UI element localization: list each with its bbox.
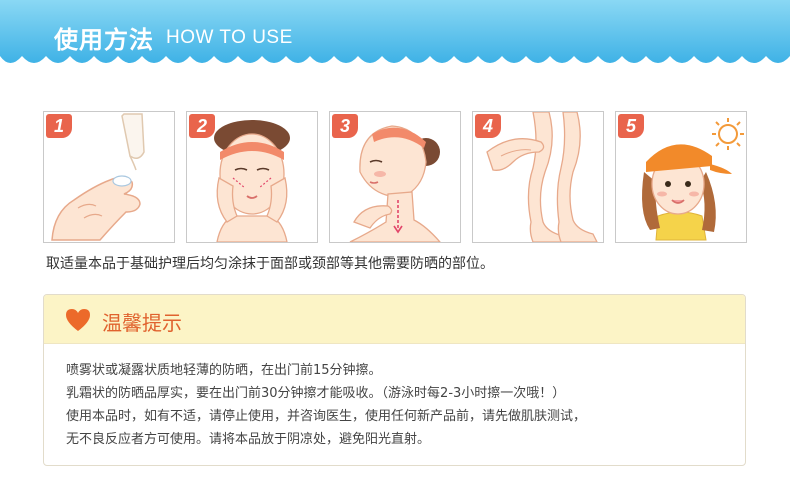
tips-line: 使用本品时，如有不适，请停止使用，并咨询医生，使用任何新产品前，请先做肌肤测试， bbox=[66, 409, 587, 424]
usage-caption: 取适量本品于基础护理后均匀涂抹于面部或颈部等其他需要防晒的部位。 bbox=[46, 256, 494, 272]
steps-row: 1 2 3 4 5 bbox=[43, 111, 747, 243]
step-number-badge: 2 bbox=[189, 114, 215, 138]
step-card-2: 2 bbox=[186, 111, 318, 243]
tips-title: 温馨提示 bbox=[102, 311, 182, 335]
tips-line: 乳霜状的防晒品厚实，要在出门前30分钟擦才能吸收。（游泳时每2-3小时擦一次哦！… bbox=[66, 386, 566, 401]
page-title: 使用方法 bbox=[54, 26, 154, 54]
step-card-1: 1 bbox=[43, 111, 175, 243]
header-banner: 使用方法 HOW TO USE bbox=[0, 0, 790, 70]
tips-body: 喷雾状或凝露状质地轻薄的防晒，在出门前15分钟擦。 乳霜状的防晒品厚实，要在出门… bbox=[66, 359, 736, 451]
step-card-3: 3 bbox=[329, 111, 461, 243]
sun-icon bbox=[712, 118, 744, 150]
step-number-badge: 1 bbox=[46, 114, 72, 138]
step-number-badge: 4 bbox=[475, 114, 501, 138]
step-card-5: 5 bbox=[615, 111, 747, 243]
step-number-badge: 3 bbox=[332, 114, 358, 138]
step-card-4: 4 bbox=[472, 111, 604, 243]
tips-line: 无不良反应者方可使用。请将本品放于阴凉处，避免阳光直射。 bbox=[66, 432, 431, 447]
step-number-badge: 5 bbox=[618, 114, 644, 138]
tips-box: 温馨提示 喷雾状或凝露状质地轻薄的防晒，在出门前15分钟擦。 乳霜状的防晒品厚实… bbox=[43, 294, 746, 466]
tips-header: 温馨提示 bbox=[44, 295, 745, 344]
page-subtitle: HOW TO USE bbox=[166, 27, 293, 48]
heart-icon bbox=[66, 309, 90, 331]
tips-line: 喷雾状或凝露状质地轻薄的防晒，在出门前15分钟擦。 bbox=[66, 363, 382, 378]
